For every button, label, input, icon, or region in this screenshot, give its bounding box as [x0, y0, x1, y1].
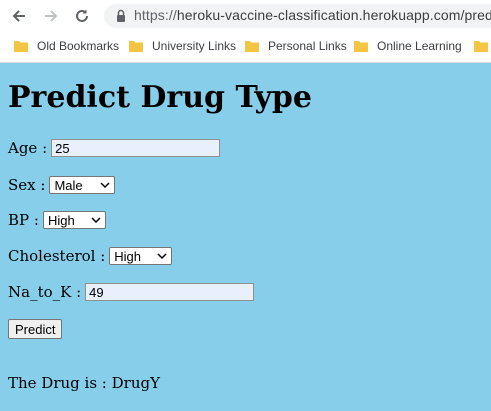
address-bar[interactable]: https://heroku-vaccine-classification.he…	[104, 4, 491, 28]
cholesterol-row: Cholesterol : High	[8, 247, 173, 265]
sex-label: Sex :	[8, 176, 46, 194]
na-to-k-row: Na_to_K :	[8, 283, 255, 301]
predict-button[interactable]: Predict	[8, 319, 63, 339]
folder-icon	[474, 41, 488, 52]
bookmark-label: University Links	[152, 39, 237, 53]
chevron-down-icon	[157, 253, 167, 259]
age-row: Age :	[8, 139, 221, 157]
bookmarks-bar: Old Bookmarks University Links Personal …	[0, 34, 491, 58]
page-content: Predict Drug Type Age : Sex : Male BP : …	[0, 62, 491, 411]
lock-icon	[117, 9, 125, 22]
bookmark-label: Old Bookmarks	[37, 39, 120, 53]
forward-button[interactable]	[40, 5, 62, 27]
folder-icon	[245, 41, 259, 52]
bookmark-old-bookmarks[interactable]: Old Bookmarks	[14, 37, 119, 55]
bp-select[interactable]: High	[42, 211, 106, 229]
back-arrow-icon	[12, 10, 25, 22]
cholesterol-select[interactable]: High	[109, 247, 173, 265]
cholesterol-selected-value: High	[114, 248, 142, 264]
sex-row: Sex : Male	[8, 176, 116, 194]
folder-icon	[354, 41, 368, 52]
sex-selected-value: Male	[54, 177, 83, 193]
cholesterol-label: Cholesterol :	[8, 247, 106, 265]
bp-selected-value: High	[47, 212, 75, 228]
bookmark-label: Personal Links	[268, 39, 347, 53]
folder-icon	[14, 41, 28, 52]
reload-button[interactable]	[71, 5, 93, 27]
bookmark-more[interactable]	[474, 37, 491, 55]
folder-icon	[129, 41, 143, 52]
bookmark-online-learning[interactable]: Online Learning	[354, 37, 462, 55]
na-to-k-label: Na_to_K :	[8, 283, 82, 301]
bp-row: BP : High	[8, 211, 106, 229]
url-text: https://heroku-vaccine-classification.he…	[134, 7, 491, 23]
page-title: Predict Drug Type	[8, 80, 312, 115]
chevron-down-icon	[91, 217, 101, 223]
forward-arrow-icon	[45, 10, 58, 22]
bookmark-university-links[interactable]: University Links	[129, 37, 236, 55]
bp-label: BP :	[8, 211, 39, 229]
bookmark-personal-links[interactable]: Personal Links	[245, 37, 347, 55]
chevron-down-icon	[100, 182, 110, 188]
age-input[interactable]	[51, 139, 221, 157]
browser-chrome: https://heroku-vaccine-classification.he…	[0, 0, 491, 63]
na-to-k-input[interactable]	[85, 283, 255, 301]
url-path: heroku-vaccine-classification.herokuapp.…	[176, 7, 491, 23]
prediction-result: The Drug is : DrugY	[8, 374, 160, 392]
sex-select[interactable]: Male	[49, 176, 116, 194]
url-scheme: https://	[134, 7, 177, 23]
age-label: Age :	[8, 139, 48, 157]
reload-icon	[76, 9, 88, 22]
back-button[interactable]	[8, 5, 30, 27]
bookmark-label: Online Learning	[377, 39, 462, 53]
